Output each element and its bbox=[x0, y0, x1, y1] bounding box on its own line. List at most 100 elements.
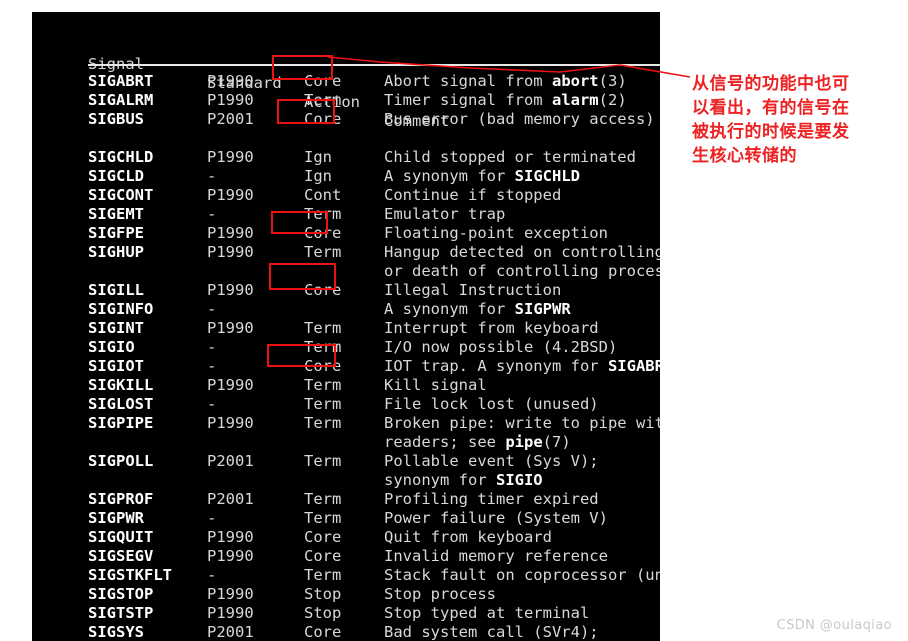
cell-action: Term bbox=[304, 338, 342, 356]
cell-comment: Bad system call (SVr4); bbox=[384, 623, 599, 641]
cell-signal: SIGCHLD bbox=[88, 148, 154, 166]
cell-comment: Continue if stopped bbox=[384, 186, 561, 205]
cell-signal: SIGIO bbox=[88, 338, 135, 356]
cell-signal: SIGINFO bbox=[88, 300, 154, 318]
cell-signal: SIGHUP bbox=[88, 243, 144, 261]
cell-signal: SIGINT bbox=[88, 319, 144, 337]
cell-signal: SIGIOT bbox=[88, 357, 144, 375]
cell-comment: Quit from keyboard bbox=[384, 528, 552, 547]
cell-comment: Broken pipe: write to pipe with no bbox=[384, 414, 660, 433]
header-divider-rule bbox=[88, 64, 660, 66]
cell-standard: P1990 bbox=[207, 585, 254, 603]
cell-signal: SIGPWR bbox=[88, 509, 144, 527]
cell-comment-text: File lock lost (unused) bbox=[384, 395, 599, 413]
cell-comment-text: Interrupt from keyboard bbox=[384, 319, 599, 337]
cell-signal: SIGSEGV bbox=[88, 547, 154, 565]
cell-action: Term bbox=[304, 319, 342, 337]
cell-comment-text: Bus error (bad memory access) bbox=[384, 110, 655, 128]
cell-action: Core bbox=[304, 547, 342, 565]
cell-comment: Pollable event (Sys V); bbox=[384, 452, 599, 471]
cell-comment-emphasis: SIGCHLD bbox=[514, 167, 580, 185]
cell-action: Core bbox=[304, 110, 342, 128]
cell-standard: P1990 bbox=[207, 243, 254, 261]
cell-action: Term bbox=[304, 376, 342, 394]
cell-comment: Stack fault on coprocessor (unused) bbox=[384, 566, 660, 585]
cell-action: Term bbox=[304, 414, 342, 432]
cell-standard: P1990 bbox=[207, 91, 254, 109]
cell-action: Cont bbox=[304, 186, 342, 204]
table-header-row: Signal Standard Action Comment bbox=[32, 36, 449, 130]
cell-comment-text: Quit from keyboard bbox=[384, 528, 552, 546]
terminal-window[interactable]: Signal Standard Action Comment SIGABRT P1… bbox=[32, 12, 660, 641]
cell-action: Core bbox=[304, 528, 342, 546]
cell-comment-text: Stop process bbox=[384, 585, 496, 603]
cell-action: Ign bbox=[304, 167, 332, 185]
cell-standard: P1990 bbox=[207, 186, 254, 204]
annotation-line-4: 生核心转储的 bbox=[692, 146, 797, 166]
cell-action: Term bbox=[304, 566, 342, 584]
cell-standard: P2001 bbox=[207, 623, 254, 641]
cell-comment: Emulator trap bbox=[384, 205, 505, 224]
cell-standard: P2001 bbox=[207, 110, 254, 128]
cell-comment-text: Floating-point exception bbox=[384, 224, 608, 242]
cell-signal: SIGBUS bbox=[88, 110, 144, 128]
cell-comment-text: Timer signal from bbox=[384, 91, 552, 109]
cell-comment-text: Power failure (System V) bbox=[384, 509, 608, 527]
cell-comment-emphasis: SIGPWR bbox=[514, 300, 571, 318]
cell-comment: Invalid memory reference bbox=[384, 547, 608, 566]
cell-action: Ign bbox=[304, 148, 332, 166]
cell-comment: Hangup detected on controlling terminal bbox=[384, 243, 660, 262]
cell-comment: Abort signal from abort(3) bbox=[384, 72, 627, 91]
cell-signal: SIGPROF bbox=[88, 490, 154, 508]
cell-action: Stop bbox=[304, 585, 342, 603]
cell-comment: Interrupt from keyboard bbox=[384, 319, 599, 338]
cell-signal: SIGQUIT bbox=[88, 528, 154, 546]
cell-comment-text: Stop typed at terminal bbox=[384, 604, 590, 622]
cell-comment: readers; see pipe(7) bbox=[384, 433, 571, 452]
annotation-line-2: 以看出，有的信号在 bbox=[692, 98, 850, 118]
cell-signal: SIGCLD bbox=[88, 167, 144, 185]
cell-comment: Stop process bbox=[384, 585, 496, 604]
cell-standard: - bbox=[207, 357, 217, 375]
cell-signal: SIGKILL bbox=[88, 376, 154, 394]
cell-comment-text: Emulator trap bbox=[384, 205, 506, 223]
cell-standard: - bbox=[207, 205, 217, 223]
cell-signal: SIGALRM bbox=[88, 91, 154, 109]
cell-comment-emphasis: alarm bbox=[551, 91, 599, 109]
cell-action: Term bbox=[304, 509, 342, 527]
cell-action: Term bbox=[304, 91, 342, 109]
cell-standard: P1990 bbox=[207, 319, 254, 337]
cell-comment-text: or death of controlling process bbox=[384, 262, 660, 280]
cell-comment: Illegal Instruction bbox=[384, 281, 561, 300]
cell-comment: Kill signal bbox=[384, 376, 487, 395]
cell-comment-text: I/O now possible (4.2BSD) bbox=[384, 338, 618, 356]
cell-comment: synonym for SIGIO bbox=[384, 471, 543, 490]
cell-comment: Timer signal from alarm(2) bbox=[384, 91, 627, 110]
cell-comment: A synonym for SIGPWR bbox=[384, 300, 571, 319]
cell-comment-emphasis: abort bbox=[551, 72, 599, 90]
cell-standard: - bbox=[207, 300, 217, 318]
cell-comment-text: synonym for bbox=[384, 471, 496, 489]
cell-comment-text: Child stopped or terminated bbox=[384, 148, 636, 166]
cell-comment-emphasis: SIGABRT bbox=[607, 357, 660, 375]
cell-comment-emphasis: SIGIO bbox=[495, 471, 543, 489]
cell-comment-suffix: (3) bbox=[598, 72, 627, 90]
cell-comment-text: Broken pipe: write to pipe with no bbox=[384, 414, 660, 432]
cell-comment: Floating-point exception bbox=[384, 224, 608, 243]
cell-signal: SIGCONT bbox=[88, 186, 154, 204]
cell-signal: SIGPIPE bbox=[88, 414, 154, 432]
annotation-line-1: 从信号的功能中也可 bbox=[692, 74, 850, 94]
cell-standard: - bbox=[207, 338, 217, 356]
cell-comment: Profiling timer expired bbox=[384, 490, 599, 509]
cell-comment: IOT trap. A synonym for SIGABRT bbox=[384, 357, 660, 376]
cell-comment-text: Bad system call (SVr4); bbox=[384, 623, 599, 641]
cell-signal: SIGPOLL bbox=[88, 452, 154, 470]
cell-action: Term bbox=[304, 395, 342, 413]
cell-signal: SIGABRT bbox=[88, 72, 154, 90]
cell-action: Core bbox=[304, 357, 342, 375]
terminal-text-area: Signal Standard Action Comment SIGABRT P1… bbox=[32, 12, 660, 641]
cell-comment-text: Stack fault on coprocessor (unused) bbox=[384, 566, 660, 584]
cell-action: Core bbox=[304, 281, 342, 299]
cell-comment: Power failure (System V) bbox=[384, 509, 608, 528]
cell-standard: P1990 bbox=[207, 281, 254, 299]
